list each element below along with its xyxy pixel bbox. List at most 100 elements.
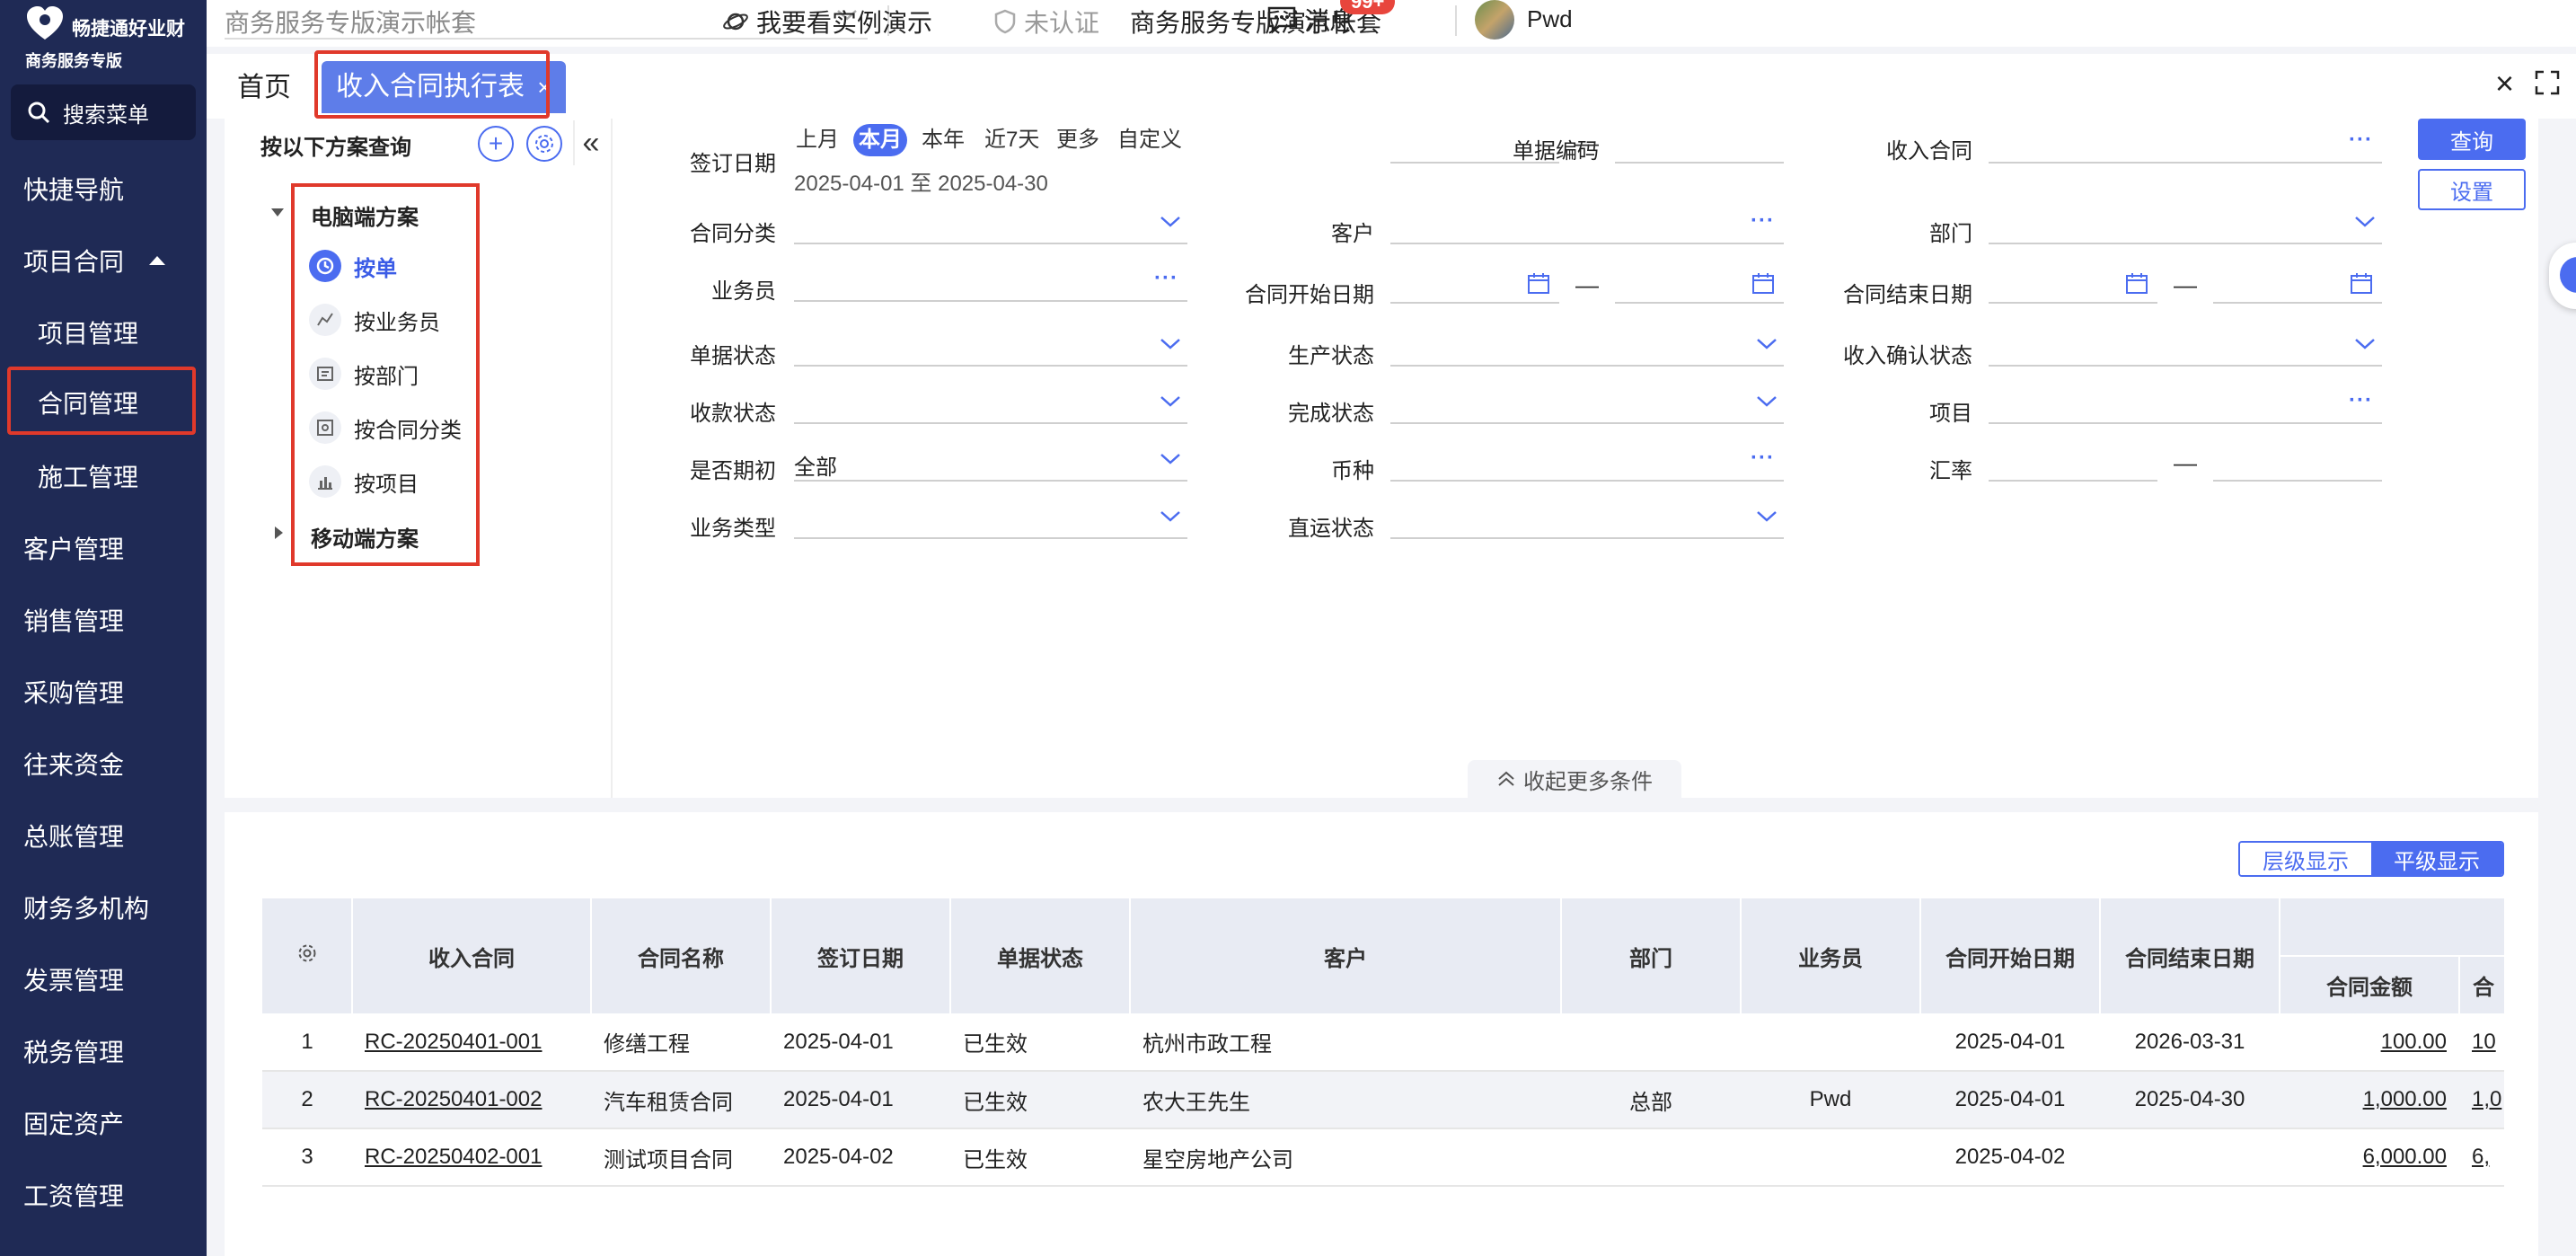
query-button[interactable]: 查询 xyxy=(2418,119,2526,160)
nav-invoice-management[interactable]: 发票管理 xyxy=(0,943,207,1015)
contract-end-to-input[interactable] xyxy=(2213,268,2382,304)
more-icon[interactable]: ··· xyxy=(1751,446,1775,471)
results-table-container[interactable]: 收入合同 合同名称 签订日期 单据状态 客户 部门 业务员 合同开始日期 合同结… xyxy=(262,898,2504,1256)
amount-cell[interactable]: 10 xyxy=(2459,1013,2504,1072)
completion-status-select[interactable] xyxy=(1390,388,1784,424)
close-icon[interactable]: × xyxy=(2495,65,2514,102)
nav-quick-navigation[interactable]: 快捷导航 xyxy=(0,153,207,225)
business-type-select[interactable] xyxy=(794,503,1187,539)
date-chip-more[interactable]: 更多 xyxy=(1051,124,1105,156)
currency-input[interactable]: ··· xyxy=(1390,446,1784,482)
table-row[interactable]: 1 RC-20250401-001 修缮工程 2025-04-01 已生效 杭州… xyxy=(262,1013,2504,1072)
doc-status-select[interactable] xyxy=(794,331,1187,367)
amount-cell[interactable]: 6,000.00 xyxy=(2280,1128,2459,1187)
amount-cell[interactable]: 6, xyxy=(2459,1128,2504,1187)
production-status-select[interactable] xyxy=(1390,331,1784,367)
column-header[interactable]: 客户 xyxy=(1130,898,1562,1013)
more-icon[interactable]: ··· xyxy=(2349,128,2373,153)
contract-link[interactable]: RC-20250401-002 xyxy=(352,1071,591,1129)
contract-start-from-input[interactable] xyxy=(1390,268,1559,304)
calendar-icon[interactable] xyxy=(2125,271,2148,295)
direct-status-select[interactable] xyxy=(1390,503,1784,539)
collapse-panel-button[interactable]: « xyxy=(573,120,607,165)
department-select[interactable] xyxy=(1989,208,2382,244)
tab-home[interactable]: 首页 xyxy=(225,65,304,111)
nav-funds[interactable]: 往来资金 xyxy=(0,728,207,800)
hierarchical-view-button[interactable]: 层级显示 xyxy=(2240,843,2371,875)
column-settings-header[interactable] xyxy=(262,898,353,1013)
amount-cell[interactable]: 100.00 xyxy=(2280,1013,2459,1072)
nav-purchase-management[interactable]: 采购管理 xyxy=(0,656,207,728)
calendar-icon[interactable] xyxy=(1751,271,1775,295)
more-icon[interactable]: ··· xyxy=(1751,208,1775,234)
column-header[interactable]: 业务员 xyxy=(1741,898,1921,1013)
table-row[interactable]: 2 RC-20250401-002 汽车租赁合同 2025-04-01 已生效 … xyxy=(262,1071,2504,1129)
nav-multi-org-finance[interactable]: 财务多机构 xyxy=(0,871,207,943)
nav-fixed-assets[interactable]: 固定资产 xyxy=(0,1087,207,1159)
settings-button[interactable]: 设置 xyxy=(2418,169,2526,210)
app-logo[interactable]: 畅捷通好业财 商务服务专版 xyxy=(20,5,208,70)
add-scheme-button[interactable]: + xyxy=(478,126,514,162)
certification-status[interactable]: 未认证 xyxy=(993,4,1099,40)
collapse-more-conditions-button[interactable]: 收起更多条件 xyxy=(1468,760,1681,798)
table-row[interactable]: 3 RC-20250402-001 测试项目合同 2025-04-02 已生效 … xyxy=(262,1128,2504,1187)
date-chip-last-month[interactable]: 上月 xyxy=(790,124,844,156)
salesperson-input[interactable]: ··· xyxy=(794,266,1187,302)
income-contract-input[interactable]: ··· xyxy=(1989,128,2382,164)
nav-sales-management[interactable]: 销售管理 xyxy=(0,584,207,656)
date-chip-this-year[interactable]: 本年 xyxy=(916,124,970,156)
nav-project-management[interactable]: 项目管理 xyxy=(0,296,207,368)
nav-tax-management[interactable]: 税务管理 xyxy=(0,1015,207,1087)
gear-icon[interactable] xyxy=(296,942,318,964)
amount-cell[interactable]: 1,0 xyxy=(2459,1071,2504,1129)
customer-input[interactable]: ··· xyxy=(1390,208,1784,244)
nav-construction-management[interactable]: 施工管理 xyxy=(0,440,207,512)
income-confirm-status-select[interactable] xyxy=(1989,331,2382,367)
nav-general-ledger[interactable]: 总账管理 xyxy=(0,800,207,871)
exchange-rate-from-input[interactable] xyxy=(1989,446,2157,482)
sign-date-range[interactable]: 2025-04-01 至 2025-04-30 xyxy=(794,165,1048,197)
more-icon[interactable]: ··· xyxy=(1154,266,1178,291)
flat-view-button[interactable]: 平级显示 xyxy=(2371,843,2502,875)
column-header[interactable]: 单据状态 xyxy=(950,898,1131,1013)
demo-link[interactable]: 我要看实例演示 xyxy=(722,4,932,40)
fullscreen-icon[interactable] xyxy=(2535,70,2560,95)
column-header[interactable]: 部门 xyxy=(1561,898,1742,1013)
column-header[interactable]: 签订日期 xyxy=(771,898,951,1013)
nav-project-contract[interactable]: 项目合同 xyxy=(0,225,207,296)
more-icon[interactable]: ··· xyxy=(2349,388,2373,413)
username[interactable]: Pwd xyxy=(1527,5,1573,33)
contract-start-to-input[interactable] xyxy=(1615,268,1784,304)
date-chip-this-month[interactable]: 本月 xyxy=(853,124,907,156)
column-header[interactable]: 合同金额 xyxy=(2280,956,2460,1013)
scheme-by-document[interactable]: 按单 xyxy=(309,244,397,287)
amount-cell[interactable]: 1,000.00 xyxy=(2280,1071,2459,1129)
scheme-by-project[interactable]: 按项目 xyxy=(309,460,419,503)
project-input[interactable]: ··· xyxy=(1989,388,2382,424)
date-chip-last-7-days[interactable]: 近7天 xyxy=(979,124,1045,156)
is-opening-select[interactable]: 全部 xyxy=(794,446,1187,482)
column-header[interactable]: 合 xyxy=(2459,956,2504,1013)
tree-group-mobile[interactable]: 移动端方案 xyxy=(311,521,419,553)
date-chip-custom[interactable]: 自定义 xyxy=(1112,124,1187,156)
search-menu-button[interactable]: 搜索菜单 xyxy=(11,84,196,140)
contract-category-select[interactable] xyxy=(794,208,1187,244)
scheme-by-department[interactable]: 按部门 xyxy=(309,352,419,395)
caret-down-icon[interactable] xyxy=(271,208,284,217)
doc-no-to-input[interactable] xyxy=(1615,128,1784,164)
tree-group-pc[interactable]: 电脑端方案 xyxy=(311,199,419,231)
contract-link[interactable]: RC-20250402-001 xyxy=(352,1128,591,1187)
column-header[interactable]: 合同结束日期 xyxy=(2100,898,2280,1013)
floating-assistant-button[interactable] xyxy=(2549,243,2576,309)
caret-right-icon[interactable] xyxy=(275,526,283,539)
scheme-by-salesperson[interactable]: 按业务员 xyxy=(309,298,440,341)
contract-end-from-input[interactable] xyxy=(1989,268,2157,304)
nav-customer-management[interactable]: 客户管理 xyxy=(0,512,207,584)
nav-payroll[interactable]: 工资管理 xyxy=(0,1159,207,1231)
column-header[interactable]: 合同开始日期 xyxy=(1920,898,2101,1013)
calendar-icon[interactable] xyxy=(2350,271,2373,295)
column-header[interactable]: 合同名称 xyxy=(591,898,772,1013)
calendar-icon[interactable] xyxy=(1527,271,1550,295)
scheme-by-contract-category[interactable]: 按合同分类 xyxy=(309,406,462,449)
column-header[interactable]: 收入合同 xyxy=(352,898,592,1013)
